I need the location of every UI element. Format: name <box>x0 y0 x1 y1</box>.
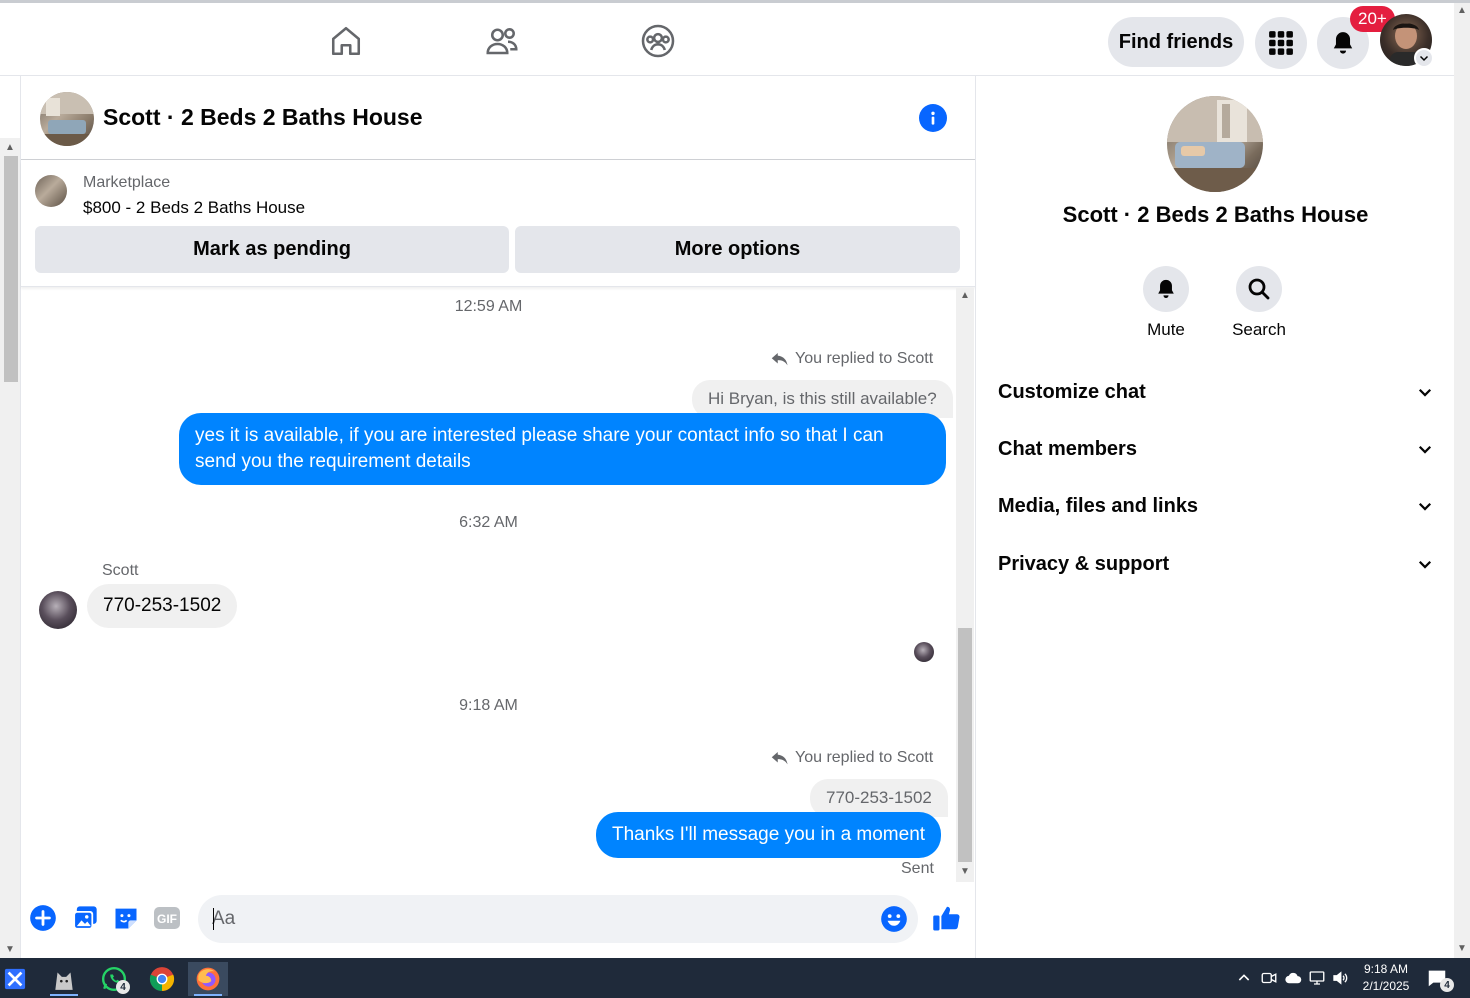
reply-indicator: You replied to Scott <box>771 749 933 767</box>
bell-icon <box>1333 32 1353 54</box>
system-clock[interactable]: 9:18 AM 2/1/2025 <box>1358 961 1414 995</box>
scroll-down-arrow[interactable]: ▼ <box>959 866 971 878</box>
whatsapp-badge: 4 <box>116 980 130 994</box>
reply-indicator-text: You replied to Scott <box>795 749 934 766</box>
firefox-icon[interactable] <box>188 962 228 996</box>
section-customize-chat[interactable]: Customize chat <box>998 372 1434 412</box>
chevron-down-icon <box>1418 388 1432 397</box>
profile-avatar[interactable] <box>1167 96 1263 192</box>
network-icon[interactable] <box>1308 958 1326 998</box>
grid-icon <box>1269 31 1293 55</box>
mute-label: Mute <box>1147 320 1185 339</box>
message-scrollbar[interactable]: ▲ ▼ <box>956 288 974 882</box>
reply-indicator-text: You replied to Scott <box>795 350 934 367</box>
taskbar: 4 9:18 AM 2/1/2025 4 <box>0 958 1470 998</box>
scroll-up-arrow[interactable]: ▲ <box>4 142 16 154</box>
read-receipt-avatar <box>914 642 934 662</box>
chat-title[interactable]: Scott · 2 Beds 2 Baths House <box>103 104 423 131</box>
friends-icon[interactable] <box>480 19 524 63</box>
mute-button[interactable]: Mute <box>1126 266 1206 340</box>
received-message[interactable]: 770-253-1502 <box>87 584 238 628</box>
conversation-details-panel: Scott · 2 Beds 2 Baths House Mute Search… <box>975 76 1454 958</box>
onedrive-icon[interactable] <box>1283 958 1303 998</box>
timestamp: 9:18 AM <box>459 697 518 714</box>
timestamp: 12:59 AM <box>454 298 523 315</box>
text-caret <box>213 908 214 930</box>
message-list: 12:59 AM You replied to Scott Hi Bryan, … <box>21 288 956 882</box>
find-friends-button[interactable]: Find friends <box>1108 17 1244 67</box>
message-status: Sent <box>901 860 934 877</box>
contact-avatar[interactable] <box>39 591 77 629</box>
notification-center-icon[interactable]: 4 <box>1426 958 1454 998</box>
message-input-container[interactable] <box>198 895 918 943</box>
message-composer: GIF <box>21 882 975 958</box>
listing-thumbnail[interactable] <box>35 175 67 207</box>
volume-icon[interactable] <box>1331 958 1349 998</box>
clock-date: 2/1/2025 <box>1362 979 1410 993</box>
timestamp: 6:32 AM <box>459 514 518 531</box>
section-privacy-support[interactable]: Privacy & support <box>998 544 1434 584</box>
section-media-files-links[interactable]: Media, files and links <box>998 486 1434 526</box>
emoji-icon[interactable] <box>880 905 908 933</box>
scroll-up-arrow[interactable]: ▲ <box>959 290 971 302</box>
gif-icon[interactable]: GIF <box>153 904 181 932</box>
profile-name: Scott · 2 Beds 2 Baths House <box>1062 202 1369 227</box>
notification-count: 4 <box>1440 978 1454 992</box>
page-scroll-thumb[interactable] <box>4 156 18 382</box>
message-scroll-thumb[interactable] <box>958 628 972 862</box>
reply-indicator: You replied to Scott <box>771 350 933 368</box>
like-icon[interactable] <box>931 902 963 934</box>
whatsapp-icon[interactable]: 4 <box>94 962 134 996</box>
tray-overflow-icon[interactable] <box>1236 958 1252 998</box>
clock-time: 9:18 AM <box>1363 962 1409 976</box>
bell-icon <box>1143 266 1189 312</box>
search-icon <box>1236 266 1282 312</box>
sticker-icon[interactable] <box>112 904 140 932</box>
section-label: Customize chat <box>998 380 1146 403</box>
more-options-button[interactable]: More options <box>515 226 960 273</box>
reply-icon <box>771 353 788 366</box>
gif-label: GIF <box>157 912 177 926</box>
sent-message[interactable]: yes it is available, if you are interest… <box>179 413 946 485</box>
section-chat-members[interactable]: Chat members <box>998 429 1434 469</box>
top-navigation-bar: Find friends <box>0 3 1454 76</box>
marketplace-listing: Marketplace $800 - 2 Beds 2 Baths House … <box>21 161 975 287</box>
listing-title[interactable]: $800 - 2 Beds 2 Baths House <box>83 198 305 218</box>
scroll-up-arrow[interactable]: ▲ <box>1456 5 1468 16</box>
app-cat-icon[interactable] <box>44 962 84 996</box>
chevron-down-icon <box>1418 560 1432 569</box>
chat-avatar[interactable] <box>40 92 94 146</box>
reply-icon <box>771 752 788 765</box>
groups-icon[interactable] <box>636 19 680 63</box>
active-indicator <box>50 994 78 996</box>
search-button[interactable]: Search <box>1219 266 1299 340</box>
info-icon[interactable] <box>919 104 947 132</box>
section-label: Privacy & support <box>998 552 1170 575</box>
browser-scrollbar[interactable]: ▲ ▼ <box>1454 3 1470 958</box>
message-input[interactable] <box>212 895 852 943</box>
search-label: Search <box>1232 320 1286 339</box>
marketplace-label: Marketplace <box>83 174 171 191</box>
chevron-down-icon <box>1418 445 1432 454</box>
sent-message[interactable]: Thanks I'll message you in a moment <box>596 812 942 858</box>
chevron-down-icon <box>1419 55 1429 62</box>
start-icon[interactable] <box>0 964 30 994</box>
meet-icon[interactable] <box>1260 958 1278 998</box>
section-label: Chat members <box>998 437 1137 460</box>
chat-header: Scott · 2 Beds 2 Baths House <box>21 76 975 160</box>
sender-name: Scott <box>102 562 139 579</box>
active-indicator <box>194 994 222 996</box>
chevron-down-icon <box>1418 502 1432 511</box>
account-menu-chevron[interactable] <box>1414 48 1434 68</box>
chrome-icon[interactable] <box>142 962 182 996</box>
menu-grid-button[interactable] <box>1255 17 1307 69</box>
section-label: Media, files and links <box>998 494 1199 517</box>
photo-icon[interactable] <box>71 904 99 932</box>
scroll-down-arrow[interactable]: ▼ <box>4 944 16 956</box>
page-scrollbar[interactable]: ▲ ▼ <box>0 138 20 958</box>
home-icon[interactable] <box>324 19 368 63</box>
mark-as-pending-button[interactable]: Mark as pending <box>35 226 509 273</box>
scroll-down-arrow[interactable]: ▼ <box>1456 943 1468 954</box>
plus-icon[interactable] <box>29 904 57 932</box>
